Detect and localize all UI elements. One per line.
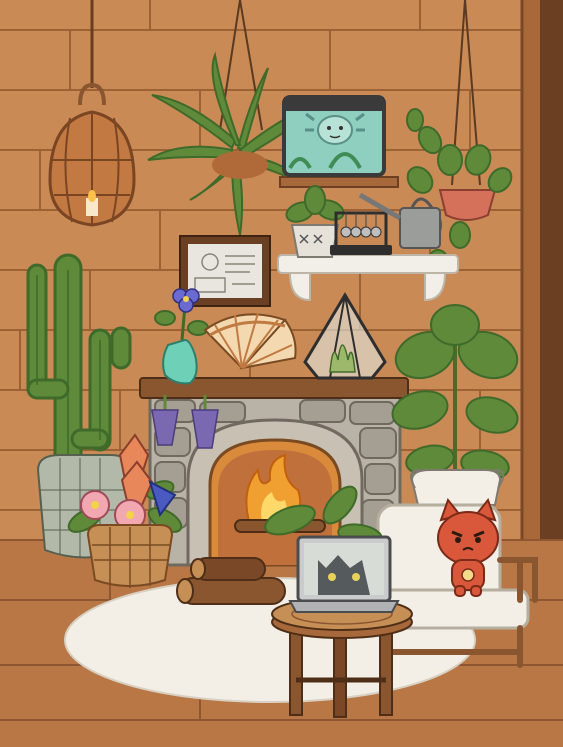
room-canvas xyxy=(0,0,563,747)
laptop-icon xyxy=(288,535,400,613)
top-wall-shelf xyxy=(279,176,399,188)
aquarium-icon xyxy=(282,95,386,177)
window-frame-icon xyxy=(520,0,563,540)
room-scene xyxy=(0,0,563,747)
stool-icon xyxy=(271,597,413,718)
